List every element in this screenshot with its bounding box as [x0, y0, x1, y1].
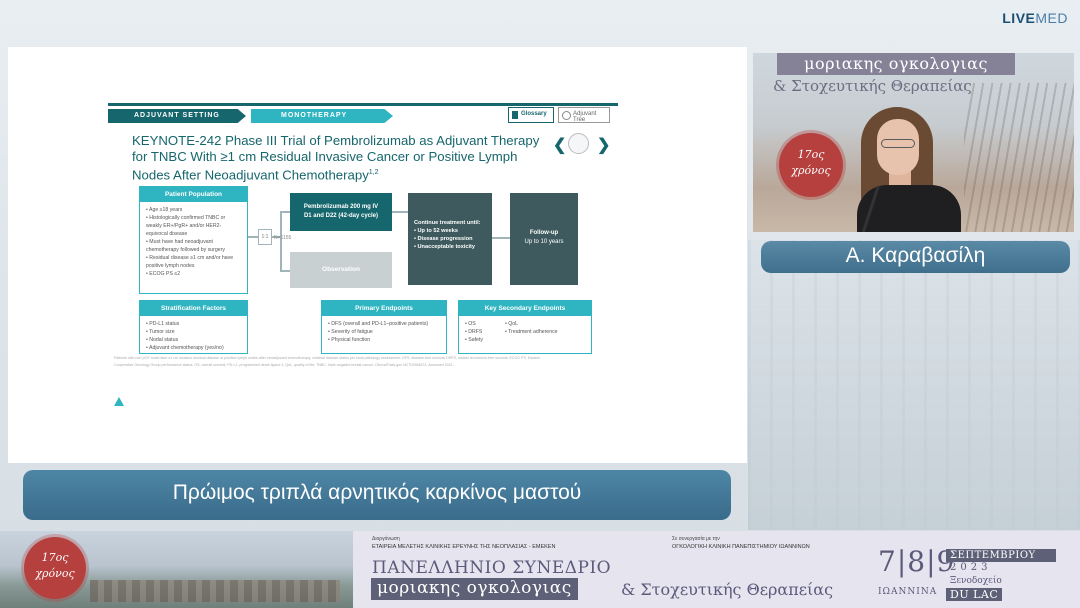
slide-footnote: Patients with non-pCR must have ≥1 cm in… — [114, 356, 541, 367]
flow-connector — [280, 211, 290, 213]
randomization-node: 1:1 — [258, 229, 272, 245]
slide-home-icon[interactable] — [568, 133, 589, 154]
continue-treatment-title: Continue treatment until: — [414, 220, 481, 226]
seal-word: χρόνος — [35, 567, 75, 580]
list-item: • Up to 52 weeks — [414, 228, 458, 234]
seal-number: 17ος — [41, 551, 69, 564]
patient-population-box: Patient Population Age ≥18 years Histolo… — [139, 186, 248, 294]
followup-title: Follow-up — [529, 230, 559, 236]
list-item: Severity of fatigue — [328, 328, 440, 336]
anniversary-seal: 17ος χρόνος — [779, 133, 843, 197]
background-trees — [964, 83, 1074, 232]
adjuvant-tree-button[interactable]: Adjuvant Tree — [558, 107, 610, 123]
secondary-endpoints-header: Key Secondary Endpoints — [459, 301, 591, 316]
slide-tab-bar: ADJUVANT SETTING MONOTHERAPY Glossary Ad… — [108, 102, 618, 124]
followup-box: Follow-up Up to 10 years — [510, 193, 578, 285]
stratification-factors-header: Stratification Factors — [140, 301, 247, 316]
presentation-slide: ADJUVANT SETTING MONOTHERAPY Glossary Ad… — [8, 47, 747, 463]
pembro-dose: Pembrolizumab 200 mg IV — [303, 204, 379, 210]
venue-name: DU LAC — [946, 588, 1003, 601]
followup-duration: Up to 10 years — [524, 239, 564, 245]
tab-divider-line — [108, 103, 618, 106]
list-item: DRFS — [465, 328, 483, 336]
list-item: Residual disease ≥1 cm and/or have posit… — [146, 254, 241, 270]
enrollment-count: N=1155 — [274, 235, 292, 241]
congress-city: ΙΩΑΝΝΙΝΑ — [878, 587, 938, 597]
flow-connector — [392, 211, 408, 213]
stratification-factors-box: Stratification Factors PD-L1 status Tumo… — [139, 300, 248, 354]
seal-number: 17ος — [797, 148, 825, 161]
continue-treatment-box: Continue treatment until: • Up to 52 wee… — [408, 193, 492, 285]
patient-population-header: Patient Population — [140, 187, 247, 202]
background-town-image — [748, 240, 1080, 530]
congress-footer: 17ος χρόνος Διοργάνωση ΕΤΑΙΡΕΙΑ ΜΕΛΕΤΗΣ … — [0, 531, 1080, 608]
speaker-glasses — [881, 139, 915, 148]
organizer-name: ΕΤΑΙΡΕΙΑ ΜΕΛΕΤΗΣ ΚΛΙΝΙΚΗΣ ΕΡΕΥΝΗΣ ΤΗΣ ΝΕ… — [372, 544, 556, 550]
list-item: Tumor size — [146, 328, 241, 336]
flow-connector — [492, 237, 510, 239]
list-item: Histologically confirmed TNBC or weakly … — [146, 214, 241, 238]
congress-title-line3: & Στοχευτικής Θεραπείας — [621, 580, 834, 599]
list-item: Nodal status — [146, 336, 241, 344]
glossary-button[interactable]: Glossary — [508, 107, 554, 123]
list-item: Must have had neoadjuvant chemotherapy f… — [146, 238, 241, 254]
video-banner-subtitle: & Στοχευτικής Θεραπείας — [773, 77, 972, 95]
venue-label: Ξενοδοχείο — [950, 576, 1002, 586]
collaboration-name: ΟΓΚΟΛΟΓΙΚΗ ΚΛΙΝΙΚΗ ΠΑΝΕΠΙΣΤΗΜΙΟΥ ΙΩΑΝΝΙΝ… — [672, 544, 810, 550]
collaboration-label: Σε συνεργασία με την — [672, 536, 720, 542]
session-topic: Πρώιμος τριπλά αρνητικός καρκίνος μαστού — [23, 470, 731, 520]
congress-title-line2: μοριακης ογκολογιας — [371, 578, 578, 600]
congress-month: ΣΕΠΤΕΜΒΡΙΟΥ — [946, 549, 1056, 562]
tab-monotherapy[interactable]: MONOTHERAPY — [251, 109, 393, 123]
slide-title-text: KEYNOTE-242 Phase III Trial of Pembroliz… — [132, 133, 540, 183]
previous-slide-arrow-icon[interactable]: ❮ — [553, 135, 566, 155]
observation-arm-box: Observation — [290, 252, 392, 288]
list-item: QoL — [505, 320, 558, 328]
slide-title: KEYNOTE-242 Phase III Trial of Pembroliz… — [132, 133, 552, 183]
seal-word: χρόνος — [791, 164, 831, 177]
congress-dates: 7|8|9 — [878, 545, 956, 578]
speaker-body — [857, 185, 961, 232]
speaker-name: Α. Καραβασίλη — [761, 241, 1070, 273]
list-item: Adjuvant chemotherapy (yes/no) — [146, 344, 241, 352]
list-item: Safety — [465, 336, 483, 344]
list-item: • Disease progression — [414, 236, 473, 242]
organizer-label: Διοργάνωση — [372, 536, 400, 542]
congress-title-line1: ΠΑΝΕΛΛΗΝΙΟ ΣΥΝΕΔΡΙΟ — [372, 558, 612, 578]
congress-year: 2023 — [950, 562, 992, 573]
primary-endpoints-box: Primary Endpoints DFS (overall and PD-L1… — [321, 300, 447, 354]
pembro-schedule: D1 and D22 (42-day cycle) — [303, 213, 379, 219]
pembrolizumab-arm-box: Pembrolizumab 200 mg IV D1 and D22 (42-d… — [290, 193, 392, 231]
list-item: OS — [465, 320, 483, 328]
flow-connector — [280, 211, 282, 271]
list-item: Treatment adherence — [505, 328, 557, 336]
list-item: PD-L1 status — [146, 320, 241, 328]
list-item: ECOG PS ≤2 — [146, 270, 241, 278]
slide-title-reference: 1,2 — [368, 169, 379, 176]
secondary-endpoints-box: Key Secondary Endpoints OS DRFS Safety Q… — [458, 300, 592, 354]
list-item: • Unacceptable toxicity — [414, 244, 476, 250]
tab-adjuvant-setting[interactable]: ADJUVANT SETTING — [108, 109, 246, 123]
slide-logo-icon — [114, 397, 124, 406]
speaker-video: μοριακης ογκολογιας & Στοχευτικής Θεραπε… — [753, 53, 1074, 232]
video-banner-title: μοριακης ογκολογιας — [777, 53, 1015, 75]
list-item: Physical function — [328, 336, 440, 344]
list-item: Age ≥18 years — [146, 206, 241, 214]
list-item: DFS (overall and PD-L1–positive patients… — [328, 320, 440, 328]
flow-connector — [280, 270, 290, 272]
livemed-logo: LIVEMED — [1002, 10, 1068, 26]
next-slide-arrow-icon[interactable]: ❯ — [597, 135, 610, 155]
footer-anniversary-seal: 17ος χρόνος — [24, 537, 86, 599]
primary-endpoints-header: Primary Endpoints — [322, 301, 446, 316]
